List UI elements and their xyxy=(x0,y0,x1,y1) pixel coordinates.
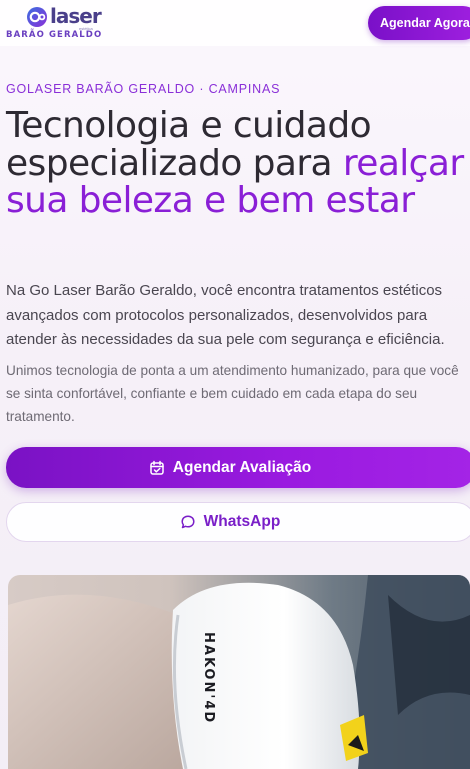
chat-bubble-icon xyxy=(180,514,196,530)
whatsapp-button[interactable]: WhatsApp xyxy=(6,502,470,542)
logo-wordmark: laser xyxy=(50,4,102,28)
logo-location: BARÃO GERALDO xyxy=(6,30,103,40)
headline-plain: Tecnologia e cuidado especializado para xyxy=(6,105,372,184)
hero-eyebrow: GOLASER BARÃO GERALDO · CAMPINAS xyxy=(6,82,281,96)
golaser-logo[interactable]: laser estética BARÃO GERALDO xyxy=(6,4,126,42)
whatsapp-label: WhatsApp xyxy=(203,513,281,530)
agendar-avaliacao-label: Agendar Avaliação xyxy=(172,458,312,476)
device-brand-label: HAKON'4D xyxy=(201,632,216,725)
hero-secondary-paragraph: Unimos tecnologia de ponta a um atendime… xyxy=(6,363,459,424)
calendar-check-icon xyxy=(149,460,165,476)
go-logo-mark-icon xyxy=(27,7,47,27)
agendar-agora-button[interactable]: Agendar Agora xyxy=(368,6,470,40)
hero-headline: Tecnologia e cuidado especializado para … xyxy=(6,107,470,220)
site-header: laser estética BARÃO GERALDO Agendar Ago… xyxy=(0,0,470,46)
agendar-avaliacao-button[interactable]: Agendar Avaliação xyxy=(6,447,470,488)
hero-lead-paragraph: Na Go Laser Barão Geraldo, você encontra… xyxy=(6,282,445,348)
hero-treatment-photo xyxy=(8,575,470,769)
